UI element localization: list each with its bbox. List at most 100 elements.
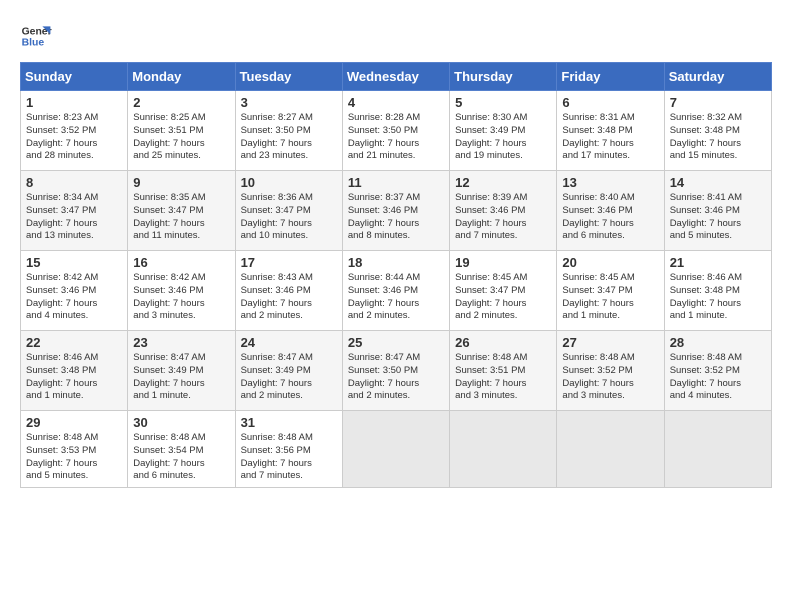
- sunset-text: Sunset: 3:47 PM: [133, 205, 229, 218]
- calendar-day-cell: [664, 411, 771, 488]
- sunset-text: Sunset: 3:48 PM: [670, 125, 766, 138]
- sunrise-text: Sunrise: 8:45 AM: [455, 272, 551, 285]
- day-number: 29: [26, 415, 122, 430]
- sunset-text: Sunset: 3:54 PM: [133, 445, 229, 458]
- sunset-text: Sunset: 3:47 PM: [241, 205, 337, 218]
- sunrise-text: Sunrise: 8:48 AM: [455, 352, 551, 365]
- sunset-text: Sunset: 3:47 PM: [562, 285, 658, 298]
- calendar-day-cell: 24Sunrise: 8:47 AMSunset: 3:49 PMDayligh…: [235, 331, 342, 411]
- sunrise-text: Sunrise: 8:40 AM: [562, 192, 658, 205]
- daylight-text: and 1 minute.: [670, 310, 766, 323]
- sunrise-text: Sunrise: 8:25 AM: [133, 112, 229, 125]
- daylight-text: Daylight: 7 hours: [670, 378, 766, 391]
- calendar-day-cell: 19Sunrise: 8:45 AMSunset: 3:47 PMDayligh…: [450, 251, 557, 331]
- sunset-text: Sunset: 3:46 PM: [455, 205, 551, 218]
- daylight-text: Daylight: 7 hours: [241, 298, 337, 311]
- daylight-text: Daylight: 7 hours: [455, 138, 551, 151]
- calendar-day-cell: 27Sunrise: 8:48 AMSunset: 3:52 PMDayligh…: [557, 331, 664, 411]
- day-number: 14: [670, 175, 766, 190]
- day-number: 1: [26, 95, 122, 110]
- day-number: 27: [562, 335, 658, 350]
- sunset-text: Sunset: 3:52 PM: [26, 125, 122, 138]
- sunrise-text: Sunrise: 8:41 AM: [670, 192, 766, 205]
- daylight-text: Daylight: 7 hours: [133, 298, 229, 311]
- daylight-text: Daylight: 7 hours: [133, 378, 229, 391]
- sunrise-text: Sunrise: 8:42 AM: [26, 272, 122, 285]
- daylight-text: and 5 minutes.: [670, 230, 766, 243]
- daylight-text: Daylight: 7 hours: [670, 298, 766, 311]
- daylight-text: Daylight: 7 hours: [241, 458, 337, 471]
- daylight-text: and 4 minutes.: [26, 310, 122, 323]
- daylight-text: Daylight: 7 hours: [26, 218, 122, 231]
- daylight-text: and 15 minutes.: [670, 150, 766, 163]
- sunset-text: Sunset: 3:50 PM: [348, 365, 444, 378]
- daylight-text: and 1 minute.: [133, 390, 229, 403]
- day-header-thursday: Thursday: [450, 63, 557, 91]
- daylight-text: Daylight: 7 hours: [455, 298, 551, 311]
- daylight-text: Daylight: 7 hours: [562, 218, 658, 231]
- day-header-friday: Friday: [557, 63, 664, 91]
- calendar-header-row: SundayMondayTuesdayWednesdayThursdayFrid…: [21, 63, 772, 91]
- calendar-day-cell: 6Sunrise: 8:31 AMSunset: 3:48 PMDaylight…: [557, 91, 664, 171]
- daylight-text: and 13 minutes.: [26, 230, 122, 243]
- daylight-text: and 7 minutes.: [455, 230, 551, 243]
- daylight-text: Daylight: 7 hours: [562, 298, 658, 311]
- daylight-text: and 4 minutes.: [670, 390, 766, 403]
- sunset-text: Sunset: 3:46 PM: [241, 285, 337, 298]
- day-number: 11: [348, 175, 444, 190]
- calendar-day-cell: 7 Sunrise: 8:32 AMSunset: 3:48 PMDaylight…: [664, 91, 771, 171]
- daylight-text: and 2 minutes.: [241, 310, 337, 323]
- daylight-text: and 2 minutes.: [348, 390, 444, 403]
- daylight-text: and 10 minutes.: [241, 230, 337, 243]
- calendar-day-cell: 15Sunrise: 8:42 AMSunset: 3:46 PMDayligh…: [21, 251, 128, 331]
- sunrise-text: Sunrise: 8:43 AM: [241, 272, 337, 285]
- daylight-text: Daylight: 7 hours: [670, 138, 766, 151]
- calendar-day-cell: 10Sunrise: 8:36 AMSunset: 3:47 PMDayligh…: [235, 171, 342, 251]
- day-number: 12: [455, 175, 551, 190]
- sunrise-text: Sunrise: 8:48 AM: [241, 432, 337, 445]
- sunset-text: Sunset: 3:47 PM: [26, 205, 122, 218]
- daylight-text: Daylight: 7 hours: [348, 378, 444, 391]
- sunset-text: Sunset: 3:56 PM: [241, 445, 337, 458]
- daylight-text: and 2 minutes.: [241, 390, 337, 403]
- sunset-text: Sunset: 3:50 PM: [348, 125, 444, 138]
- daylight-text: and 17 minutes.: [562, 150, 658, 163]
- sunrise-text: Sunrise: 8:32 AM: [670, 112, 766, 125]
- day-number: 26: [455, 335, 551, 350]
- daylight-text: Daylight: 7 hours: [348, 138, 444, 151]
- svg-text:Blue: Blue: [22, 38, 45, 49]
- day-number: 3: [241, 95, 337, 110]
- calendar-day-cell: 16Sunrise: 8:42 AMSunset: 3:46 PMDayligh…: [128, 251, 235, 331]
- daylight-text: Daylight: 7 hours: [26, 458, 122, 471]
- day-number: 30: [133, 415, 229, 430]
- day-number: 18: [348, 255, 444, 270]
- day-number: 10: [241, 175, 337, 190]
- day-number: 22: [26, 335, 122, 350]
- daylight-text: Daylight: 7 hours: [562, 378, 658, 391]
- daylight-text: and 6 minutes.: [562, 230, 658, 243]
- daylight-text: Daylight: 7 hours: [455, 378, 551, 391]
- calendar-day-cell: 9Sunrise: 8:35 AMSunset: 3:47 PMDaylight…: [128, 171, 235, 251]
- sunrise-text: Sunrise: 8:47 AM: [133, 352, 229, 365]
- calendar-week-row: 1Sunrise: 8:23 AMSunset: 3:52 PMDaylight…: [21, 91, 772, 171]
- sunset-text: Sunset: 3:46 PM: [348, 285, 444, 298]
- sunset-text: Sunset: 3:47 PM: [455, 285, 551, 298]
- day-number: 17: [241, 255, 337, 270]
- sunset-text: Sunset: 3:52 PM: [670, 365, 766, 378]
- daylight-text: Daylight: 7 hours: [133, 218, 229, 231]
- sunrise-text: Sunrise: 8:46 AM: [670, 272, 766, 285]
- sunrise-text: Sunrise: 8:45 AM: [562, 272, 658, 285]
- daylight-text: and 1 minute.: [562, 310, 658, 323]
- daylight-text: and 2 minutes.: [455, 310, 551, 323]
- sunset-text: Sunset: 3:49 PM: [133, 365, 229, 378]
- day-number: 7: [670, 95, 766, 110]
- sunrise-text: Sunrise: 8:47 AM: [241, 352, 337, 365]
- sunrise-text: Sunrise: 8:31 AM: [562, 112, 658, 125]
- sunrise-text: Sunrise: 8:30 AM: [455, 112, 551, 125]
- calendar-day-cell: 1Sunrise: 8:23 AMSunset: 3:52 PMDaylight…: [21, 91, 128, 171]
- daylight-text: Daylight: 7 hours: [241, 138, 337, 151]
- sunset-text: Sunset: 3:46 PM: [26, 285, 122, 298]
- daylight-text: and 3 minutes.: [133, 310, 229, 323]
- sunrise-text: Sunrise: 8:48 AM: [133, 432, 229, 445]
- daylight-text: Daylight: 7 hours: [455, 218, 551, 231]
